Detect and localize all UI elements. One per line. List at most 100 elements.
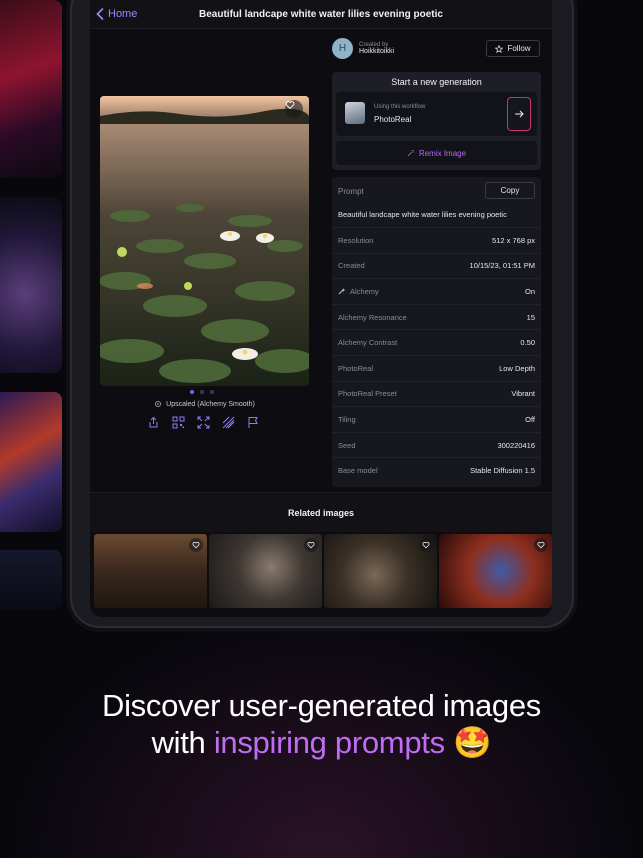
- qr-button[interactable]: [172, 416, 185, 429]
- detail-value: 15: [526, 312, 535, 322]
- back-button[interactable]: Home: [96, 8, 137, 20]
- share-button[interactable]: [147, 416, 160, 429]
- details-table: Resolution 512 x 768 px Created 10/15/23…: [332, 227, 541, 483]
- detail-key: Tiling: [338, 414, 356, 424]
- detail-row-alchemy-resonance: Alchemy Resonance 15: [332, 303, 541, 330]
- chevron-left-icon: [96, 8, 104, 20]
- related-images-row: [94, 534, 552, 608]
- detail-key: PhotoReal Preset: [338, 389, 397, 399]
- carousel-indicator: [190, 390, 214, 394]
- gear-icon: [155, 400, 162, 408]
- detail-value: 0.50: [520, 338, 535, 348]
- follow-label: Follow: [507, 44, 531, 53]
- detail-row-created: Created 10/15/23, 01:51 PM: [332, 252, 541, 279]
- report-button[interactable]: [247, 416, 260, 429]
- related-images-header: Related images: [90, 492, 552, 532]
- detail-value: 300220416: [497, 440, 535, 450]
- detail-value: Off: [525, 414, 535, 424]
- remix-image-button[interactable]: Remix Image: [336, 141, 537, 165]
- favorite-button[interactable]: [189, 538, 203, 552]
- detail-row-resolution: Resolution 512 x 768 px: [332, 227, 541, 253]
- follow-button[interactable]: Follow: [486, 40, 540, 57]
- related-image[interactable]: [324, 534, 437, 608]
- detail-key: Created: [338, 261, 365, 271]
- detail-row-seed: Seed 300220416: [332, 431, 541, 458]
- prompt-text: Beautiful landcape white water lilies ev…: [338, 210, 507, 219]
- detail-key: Base model: [338, 466, 378, 476]
- related-image[interactable]: [439, 534, 552, 608]
- detail-value: Low Depth: [499, 363, 535, 373]
- sparkle-icon: [407, 150, 414, 157]
- flag-icon: [248, 417, 258, 428]
- favorite-button[interactable]: [304, 538, 318, 552]
- new-generation-panel: Start a new generation Using this workfl…: [332, 72, 541, 170]
- detail-value: On: [524, 286, 535, 296]
- workflow-label: Using this workflow: [374, 104, 426, 110]
- tagline-prefix: with: [151, 725, 206, 760]
- back-label: Home: [108, 8, 138, 20]
- upscale-label: Upscaled (Alchemy Smooth): [166, 400, 255, 408]
- image-action-bar: [147, 416, 260, 429]
- detail-value: 512 x 768 px: [492, 235, 535, 245]
- detail-key: Alchemy Contrast: [338, 338, 398, 348]
- heart-icon: [422, 541, 430, 549]
- detail-key: Alchemy Resonance: [338, 312, 407, 322]
- background-thumbnail: [0, 550, 62, 610]
- avatar[interactable]: H: [332, 38, 353, 59]
- carousel-dot[interactable]: [210, 390, 214, 394]
- lily-pond-illustration: [100, 96, 309, 386]
- background-thumbnail: [0, 392, 62, 532]
- alchemy-icon: [338, 288, 346, 295]
- carousel-dot[interactable]: [200, 390, 204, 394]
- detail-value: Vibrant: [511, 389, 535, 399]
- tiling-button[interactable]: [222, 416, 235, 429]
- detail-row-alchemy: Alchemy On: [332, 278, 541, 304]
- detail-value: Stable Diffusion 1.5: [470, 466, 535, 476]
- star-icon: [495, 44, 504, 53]
- detail-row-tiling: Tiling Off: [332, 406, 541, 432]
- workflow-card[interactable]: Using this workflow PhotoReal: [336, 92, 537, 136]
- upscale-info: Upscaled (Alchemy Smooth): [100, 400, 309, 408]
- related-image[interactable]: [94, 534, 207, 608]
- detail-key-with-icon: Alchemy: [338, 287, 379, 296]
- copy-prompt-button[interactable]: Copy: [485, 182, 535, 199]
- detail-row-photoreal: PhotoReal Low Depth: [332, 354, 541, 381]
- favorite-button[interactable]: [419, 538, 433, 552]
- detail-key: Seed: [338, 440, 356, 450]
- heart-icon: [537, 541, 545, 549]
- use-workflow-button[interactable]: [507, 97, 531, 131]
- navigation-bar: Home Beautiful landcape white water lili…: [90, 0, 552, 29]
- creator-info[interactable]: H Created by Hoikkitoikki: [332, 38, 394, 59]
- expand-button[interactable]: [197, 416, 210, 429]
- page-title: Beautiful landcape white water lilies ev…: [199, 8, 443, 20]
- workflow-name: PhotoReal: [374, 115, 412, 124]
- related-image[interactable]: [209, 534, 322, 608]
- tagline-accent: inspiring prompts: [213, 725, 445, 760]
- app-screen: Home Beautiful landcape white water lili…: [90, 0, 552, 617]
- detail-row-alchemy-contrast: Alchemy Contrast 0.50: [332, 329, 541, 355]
- detail-value: 10/15/23, 01:51 PM: [469, 261, 535, 271]
- background-thumbnail: [0, 0, 62, 178]
- remix-label: Remix Image: [418, 148, 467, 158]
- detail-key: Resolution: [338, 235, 374, 245]
- pattern-icon: [222, 416, 235, 429]
- detail-key: Alchemy: [350, 286, 379, 296]
- prompt-label: Prompt: [338, 187, 364, 196]
- generated-image[interactable]: [100, 96, 309, 386]
- camera-icon: [345, 102, 365, 124]
- heart-icon: [192, 541, 200, 549]
- creator-name[interactable]: Hoikkitoikki: [359, 48, 394, 55]
- expand-icon: [197, 416, 210, 429]
- star-struck-emoji: 🤩: [453, 725, 492, 760]
- detail-key: PhotoReal: [338, 363, 374, 373]
- image-details-panel: Prompt Copy Beautiful landcape white wat…: [332, 177, 541, 487]
- favorite-button[interactable]: [534, 538, 548, 552]
- background-thumbnail: [0, 197, 62, 373]
- share-icon: [149, 416, 158, 428]
- generation-title: Start a new generation: [391, 77, 482, 87]
- carousel-dot[interactable]: [190, 390, 194, 394]
- tagline-line-1: Discover user-generated images: [102, 688, 541, 723]
- favorite-button[interactable]: [285, 100, 303, 118]
- detail-row-base-model: Base model Stable Diffusion 1.5: [332, 457, 541, 483]
- detail-row-photoreal-preset: PhotoReal Preset Vibrant: [332, 380, 541, 407]
